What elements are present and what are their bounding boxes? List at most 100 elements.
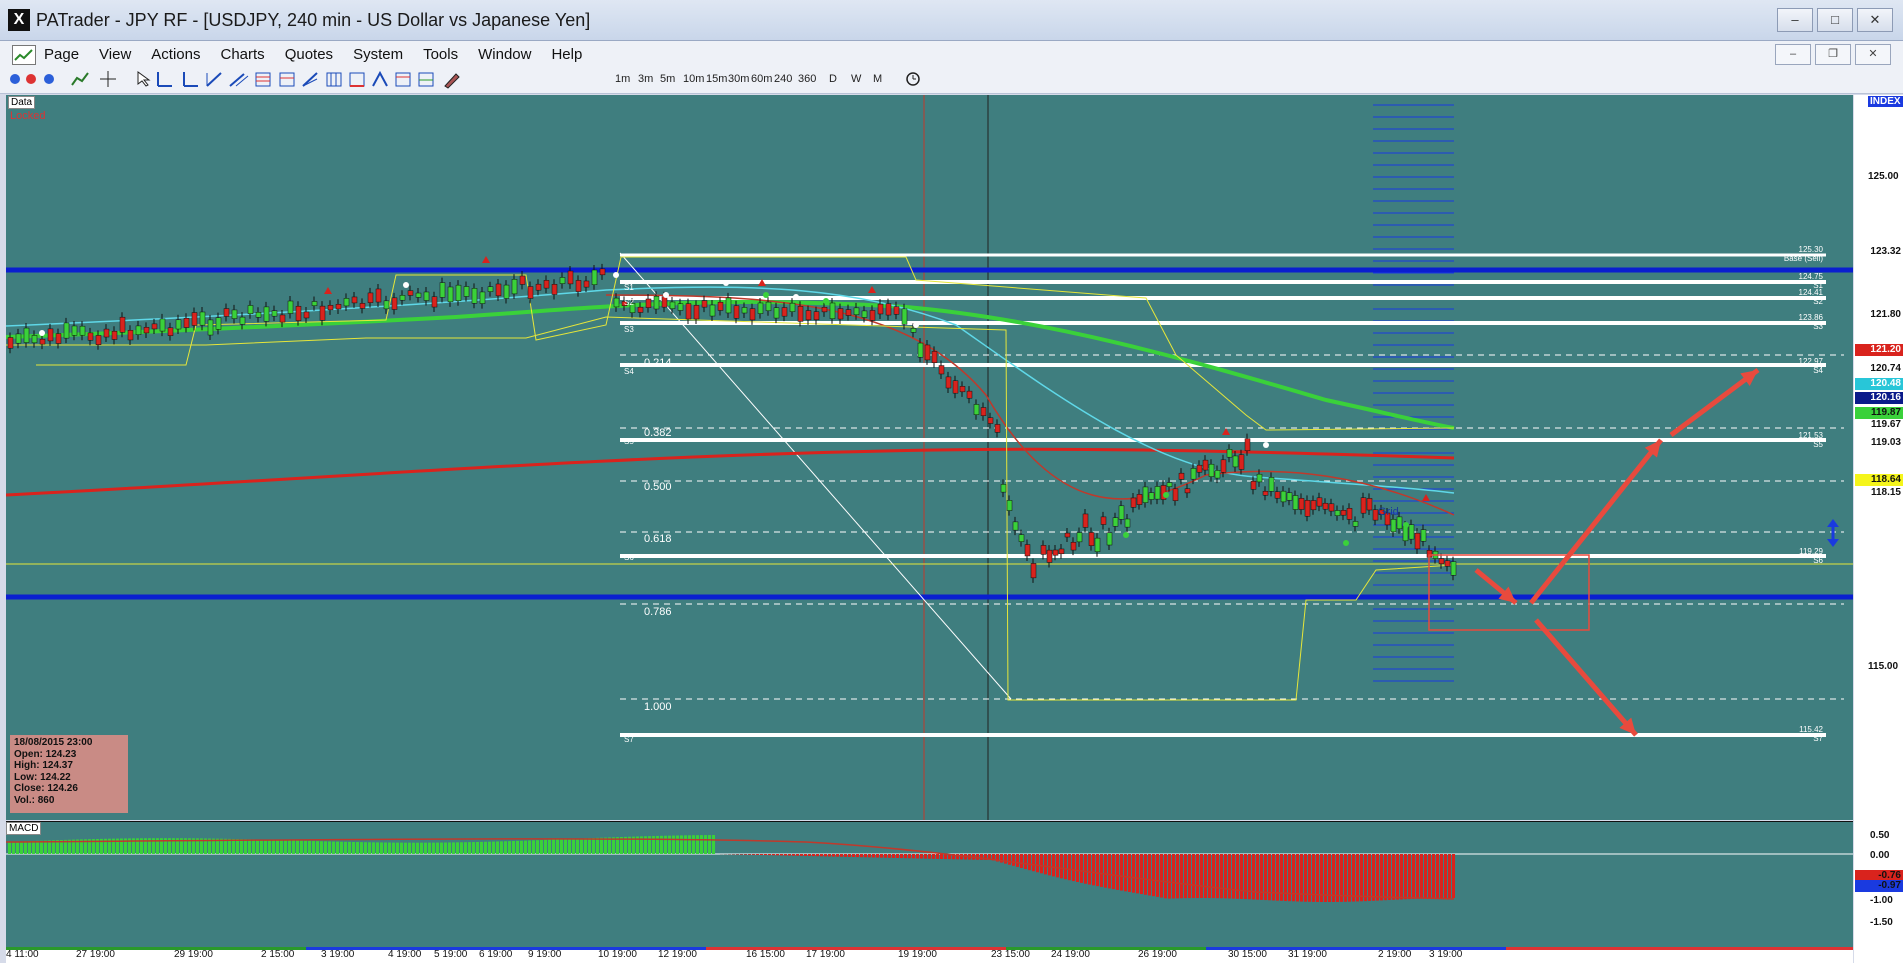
macd-bar: [1208, 854, 1211, 899]
minimize-button[interactable]: –: [1777, 8, 1813, 32]
macd-bar: [544, 839, 547, 854]
candle-body: [1202, 459, 1209, 471]
menu-item-window[interactable]: Window: [478, 46, 531, 63]
chart-menu-icon[interactable]: [12, 45, 36, 65]
timeframe-5m-button[interactable]: 5m: [657, 70, 678, 88]
macd-bar: [8, 841, 11, 854]
macd-bar: [1100, 854, 1103, 887]
macd-bar: [940, 854, 943, 859]
menu-item-help[interactable]: Help: [551, 46, 582, 63]
candle-body: [733, 305, 740, 319]
time-zone-tool-icon: [326, 72, 342, 87]
maximize-button[interactable]: □: [1817, 8, 1853, 32]
candle-body: [1250, 481, 1257, 490]
menu-item-system[interactable]: System: [353, 46, 403, 63]
macd-bar: [668, 835, 671, 854]
macd-bar: [484, 841, 487, 854]
macd-tick-label: -1.50: [1870, 917, 1893, 928]
toolbar-icon-group: [10, 70, 460, 89]
candle-body: [495, 283, 502, 297]
candle-body: [447, 286, 454, 303]
timeframe-w-button[interactable]: W: [848, 70, 864, 88]
macd-bar: [456, 842, 459, 854]
candle-body: [725, 297, 732, 314]
menu-item-actions[interactable]: Actions: [151, 46, 200, 63]
macd-bar: [1228, 854, 1231, 899]
candle-body: [1322, 502, 1329, 510]
macd-bar: [1236, 854, 1239, 899]
clock-icon[interactable]: [904, 70, 922, 88]
candle-body: [685, 303, 692, 320]
signal-dot: [793, 294, 799, 300]
macd-bar: [936, 854, 939, 859]
date-axis-label: 2 19:00: [1378, 949, 1412, 960]
menu-item-page[interactable]: Page: [44, 46, 79, 63]
chart-area: Data Locked Grid 0.214 0.382 0.500 0.618 0.7…: [6, 95, 1903, 963]
macd-bar: [1400, 854, 1403, 900]
macd-bar: [1232, 854, 1235, 899]
macd-bar: [376, 842, 379, 854]
macd-bar: [876, 854, 879, 858]
candle-body: [994, 424, 1001, 433]
candle-body: [901, 308, 908, 325]
candle-body: [71, 325, 78, 336]
candle-body: [931, 351, 938, 363]
macd-bar: [784, 854, 787, 856]
menu-item-quotes[interactable]: Quotes: [285, 46, 333, 63]
macd-bar: [360, 842, 363, 854]
mdi-minimize-button[interactable]: –: [1775, 44, 1811, 65]
arrow-down-target: [1534, 618, 1638, 737]
macd-bar: [812, 854, 815, 857]
macd-bar: [1152, 854, 1155, 897]
macd-bar: [1020, 854, 1023, 868]
candle-body: [1226, 449, 1233, 458]
macd-bar: [532, 840, 535, 854]
macd-bar: [432, 842, 435, 854]
main-menu: Page View Actions Charts Quotes System Tools Wi…: [44, 46, 582, 63]
fib-label-0-618: 0.618: [644, 533, 672, 545]
macd-bar: [1392, 854, 1395, 900]
price-panel[interactable]: Data Locked Grid 0.214 0.382 0.500 0.618 0.7…: [6, 95, 1853, 820]
price-tag-119-03: 119.03: [1855, 437, 1903, 449]
timeframe-240-button[interactable]: 240: [771, 70, 795, 88]
candle-body: [749, 308, 756, 321]
candle-body: [1402, 525, 1409, 542]
macd-bar: [924, 854, 927, 859]
menu-item-tools[interactable]: Tools: [423, 46, 458, 63]
menu-item-view[interactable]: View: [99, 46, 131, 63]
level-label-s5: 121.53 S5: [1798, 431, 1823, 449]
macd-bar: [348, 841, 351, 854]
timeframe-360-button[interactable]: 360: [795, 70, 819, 88]
macd-bar: [336, 841, 339, 854]
macd-bar: [1184, 854, 1187, 899]
macd-bar: [556, 839, 559, 854]
price-tag-120-48: 120.48: [1855, 378, 1903, 390]
price-tick-label: 125.00: [1868, 171, 1899, 182]
scroll-updown-icon[interactable]: [1824, 517, 1842, 549]
mdi-close-button[interactable]: ✕: [1855, 44, 1891, 65]
candle-body: [1396, 516, 1403, 530]
candle-body: [79, 325, 86, 336]
candle-body: [959, 386, 966, 393]
candle-body: [31, 335, 38, 344]
price-tag-119-87: 119.87: [1855, 407, 1903, 419]
candle-body: [63, 322, 70, 339]
macd-bar: [1136, 854, 1139, 894]
candle-body: [127, 330, 134, 341]
macd-bar: [1032, 854, 1035, 872]
date-axis-label: 27 19:00: [76, 949, 115, 960]
candle-body: [583, 280, 590, 288]
mdi-restore-button[interactable]: ❐: [1815, 44, 1851, 65]
timeframe-m-button[interactable]: M: [870, 70, 885, 88]
candle-body: [1112, 517, 1119, 527]
macd-bar: [1224, 854, 1227, 899]
color-blue-icon: [44, 74, 54, 84]
macd-bar: [700, 835, 703, 854]
timeframe-d-button[interactable]: D: [826, 70, 840, 88]
menu-item-charts[interactable]: Charts: [221, 46, 265, 63]
index-tag: INDEX: [1868, 96, 1903, 107]
close-button[interactable]: ✕: [1857, 8, 1893, 32]
macd-panel[interactable]: MACD: [6, 821, 1853, 948]
timeframe-3m-button[interactable]: 3m: [635, 70, 656, 88]
timeframe-1m-button[interactable]: 1m: [612, 70, 633, 88]
